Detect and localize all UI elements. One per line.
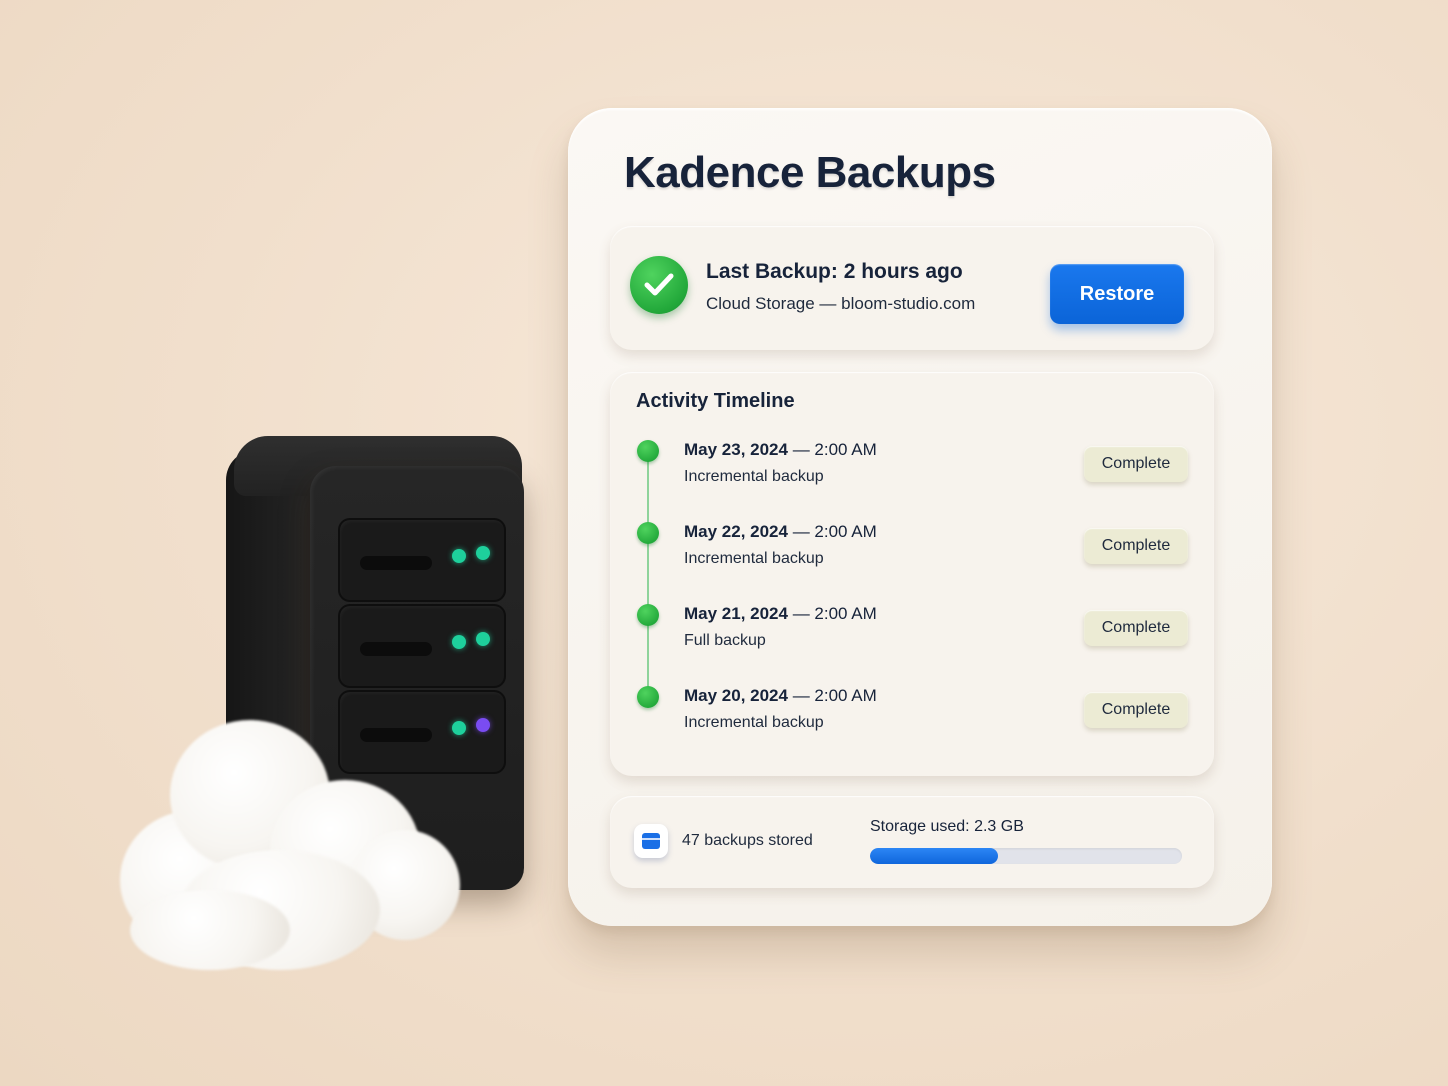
storage-progress-fill — [870, 848, 998, 864]
backup-destination: Cloud Storage — bloom-studio.com — [706, 294, 976, 313]
drive-slot — [360, 556, 432, 570]
timeline-dot-icon — [637, 686, 659, 708]
app-title: Kadence Backups — [624, 148, 996, 197]
drive-slot — [360, 642, 432, 656]
timeline-entry: May 20, 2024 — 2:00 AM Incremental backu… — [610, 682, 1214, 752]
check-icon — [630, 256, 688, 314]
timeline-backup-type: Incremental backup — [684, 714, 824, 731]
timeline-entry: May 21, 2024 — 2:00 AM Full backup Compl… — [610, 600, 1214, 670]
cloud-illustration — [100, 700, 480, 990]
last-backup-panel: Last Backup: 2 hours ago Cloud Storage —… — [610, 226, 1214, 350]
status-led-icon — [476, 546, 490, 560]
status-badge: Complete — [1084, 610, 1188, 646]
activity-timeline-panel: Activity Timeline May 23, 2024 — 2:00 AM… — [610, 372, 1214, 776]
timeline-backup-type: Full backup — [684, 632, 766, 649]
restore-button[interactable]: Restore — [1050, 264, 1184, 324]
timeline-dot-icon — [637, 522, 659, 544]
backup-card: Kadence Backups Last Backup: 2 hours ago… — [568, 108, 1272, 926]
timeline-backup-type: Incremental backup — [684, 468, 824, 485]
timeline-backup-type: Incremental backup — [684, 550, 824, 567]
status-led-icon — [452, 635, 466, 649]
status-led-icon — [476, 632, 490, 646]
timeline-title: Activity Timeline — [636, 390, 795, 412]
server-bay — [338, 518, 506, 602]
timeline-date: May 21, 2024 — 2:00 AM — [684, 604, 877, 623]
status-badge: Complete — [1084, 528, 1188, 564]
backups-stored-count: 47 backups stored — [682, 832, 813, 849]
timeline-dot-icon — [637, 604, 659, 626]
timeline-entry: May 22, 2024 — 2:00 AM Incremental backu… — [610, 518, 1214, 588]
status-badge: Complete — [1084, 446, 1188, 482]
timeline-date: May 20, 2024 — 2:00 AM — [684, 686, 877, 705]
timeline-entry: May 23, 2024 — 2:00 AM Incremental backu… — [610, 436, 1214, 506]
timeline-date: May 23, 2024 — 2:00 AM — [684, 440, 877, 459]
last-backup-text: Last Backup: 2 hours ago — [706, 260, 963, 283]
storage-progress-bar — [870, 848, 1182, 864]
status-led-icon — [452, 549, 466, 563]
storage-used-label: Storage used: 2.3 GB — [870, 818, 1024, 835]
server-bay — [338, 604, 506, 688]
database-icon — [634, 824, 668, 858]
status-badge: Complete — [1084, 692, 1188, 728]
timeline-dot-icon — [637, 440, 659, 462]
storage-summary-panel: 47 backups stored Storage used: 2.3 GB — [610, 796, 1214, 888]
timeline-date: May 22, 2024 — 2:00 AM — [684, 522, 877, 541]
